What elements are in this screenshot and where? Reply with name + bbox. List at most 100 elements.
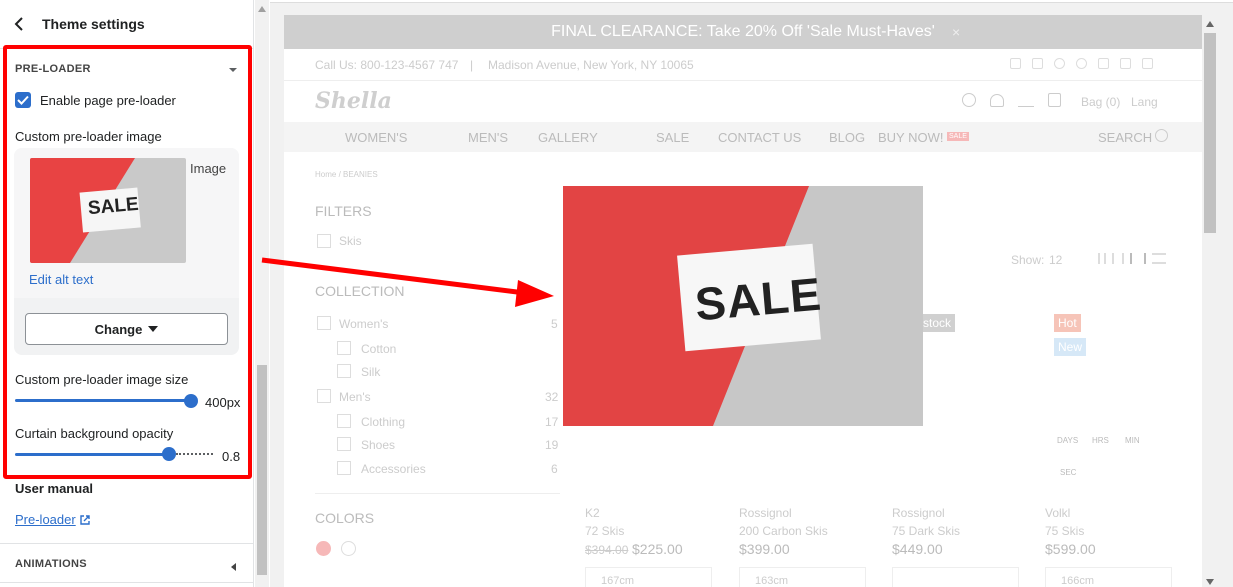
product-price: $599.00 (1045, 541, 1096, 557)
show-label: Show: (1011, 253, 1045, 267)
announcement-text: FINAL CLEARANCE: Take 20% Off 'Sale Must… (551, 23, 935, 40)
main-navigation: WOMEN'S MEN'S GALLERY SALE CONTACT US BL… (284, 122, 1202, 152)
countdown-days: DAYS (1057, 436, 1079, 445)
language-selector[interactable]: Lang (1131, 95, 1158, 109)
show-value[interactable]: 12 (1049, 253, 1062, 267)
store-preview: FINAL CLEARANCE: Take 20% Off 'Sale Must… (284, 15, 1202, 587)
filter-checkbox[interactable] (337, 414, 351, 428)
color-swatch-pink[interactable] (316, 541, 331, 556)
filter-checkbox[interactable] (317, 316, 331, 330)
countdown-seconds: SEC (1060, 468, 1077, 477)
back-arrow-icon[interactable] (14, 17, 32, 31)
preview-top-edge (270, 0, 1233, 3)
store-logo[interactable]: Shella (315, 88, 392, 114)
announcement-bar: FINAL CLEARANCE: Take 20% Off 'Sale Must… (284, 15, 1202, 49)
product-name[interactable]: 75 Skis (1045, 524, 1084, 538)
divider (284, 80, 1202, 81)
color-swatch-white[interactable] (341, 541, 356, 556)
product-size-select[interactable] (892, 567, 1019, 587)
nav-contact[interactable]: CONTACT US (718, 130, 801, 145)
sidebar-header: Theme settings (0, 0, 254, 48)
compare-scale-icon[interactable] (1018, 94, 1034, 107)
youtube-icon[interactable] (1098, 58, 1109, 69)
collection-mens[interactable]: Men's (339, 390, 371, 404)
filter-skis[interactable]: Skis (339, 234, 362, 248)
nav-gallery[interactable]: GALLERY (538, 130, 598, 145)
filter-checkbox[interactable] (317, 234, 331, 248)
grid-3-icon[interactable] (1112, 253, 1124, 264)
collection-heading: COLLECTION (315, 283, 405, 299)
address-text: Madison Avenue, New York, NY 10065 (488, 58, 694, 72)
nav-womens[interactable]: WOMEN'S (345, 130, 407, 145)
collection-shoes[interactable]: Shoes (361, 438, 395, 452)
separator: | (470, 58, 474, 72)
announcement-close-icon[interactable]: × (952, 24, 960, 40)
product-name[interactable]: 72 Skis (585, 524, 624, 538)
filter-checkbox[interactable] (337, 437, 351, 451)
highlight-box (3, 45, 252, 479)
product-brand: K2 (585, 506, 600, 520)
preview-scrollbar-thumb[interactable] (1204, 33, 1216, 233)
list-view-icon[interactable] (1152, 253, 1166, 264)
product-price: $399.00 (739, 541, 790, 557)
skype-icon[interactable] (1142, 58, 1153, 69)
new-badge: New (1054, 338, 1087, 356)
hot-badge: Hot (1054, 314, 1081, 332)
filter-checkbox[interactable] (337, 364, 351, 378)
search-link[interactable]: SEARCH (1098, 130, 1152, 145)
facebook-icon[interactable] (1010, 58, 1021, 69)
product-name[interactable]: 200 Carbon Skis (739, 524, 828, 538)
product-size-select[interactable]: 167cm (585, 567, 712, 587)
product-size-select[interactable]: 166cm (1045, 567, 1172, 587)
product-price: $225.00 (632, 541, 683, 557)
collection-womens[interactable]: Women's (339, 317, 388, 331)
collection-count: 19 (545, 438, 559, 452)
collection-silk[interactable]: Silk (361, 365, 380, 379)
expand-caret-icon[interactable] (229, 559, 237, 577)
sidebar-scrollbar-thumb[interactable] (257, 365, 267, 575)
grid-2-icon[interactable] (1098, 253, 1106, 264)
product-name[interactable]: 75 Dark Skis (892, 524, 960, 538)
bag-icon[interactable] (1048, 93, 1061, 107)
product-size-select[interactable]: 163cm (739, 567, 866, 587)
filter-checkbox[interactable] (317, 389, 331, 403)
stock-badge: stock (919, 314, 956, 332)
countdown-hours: HRS (1092, 436, 1109, 445)
header-icons (962, 93, 1061, 107)
twitter-icon[interactable] (1032, 58, 1043, 69)
collection-cotton[interactable]: Cotton (361, 342, 396, 356)
pinterest-icon[interactable] (1076, 58, 1087, 69)
overlay-sale-text: SALE (692, 267, 824, 331)
colors-heading: COLORS (315, 510, 375, 526)
nav-sale-badge: SALE (947, 132, 969, 141)
product-brand: Rossignol (739, 506, 792, 520)
wishlist-heart-icon[interactable] (990, 93, 1004, 107)
nav-sale[interactable]: SALE (656, 130, 689, 145)
bag-count[interactable]: Bag (0) (1081, 95, 1120, 109)
phone-text: Call Us: 800-123-4567 747 (315, 58, 459, 72)
nav-buy-now[interactable]: BUY NOW! (878, 130, 944, 145)
instagram-icon[interactable] (1054, 58, 1065, 69)
divider (315, 493, 560, 494)
breadcrumb: Home / BEANIES (315, 170, 378, 179)
product-price: $449.00 (892, 541, 943, 557)
nav-mens[interactable]: MEN'S (468, 130, 508, 145)
collection-count: 17 (545, 415, 559, 429)
grid-view-icons (1098, 253, 1166, 264)
collection-accessories[interactable]: Accessories (361, 462, 426, 476)
collection-clothing[interactable]: Clothing (361, 415, 405, 429)
nav-blog[interactable]: BLOG (829, 130, 865, 145)
product-brand: Volkl (1045, 506, 1071, 520)
external-link-icon (80, 514, 90, 525)
pre-loader-manual-link[interactable]: Pre-loader (15, 512, 90, 527)
filter-checkbox[interactable] (337, 461, 351, 475)
preloader-overlay-image: SALE (563, 186, 923, 426)
filter-checkbox[interactable] (337, 341, 351, 355)
grid-4-icon[interactable] (1130, 253, 1146, 264)
account-icon[interactable] (962, 93, 976, 107)
filters-heading: FILTERS (315, 203, 372, 219)
search-icon[interactable] (1155, 129, 1168, 142)
behance-icon[interactable] (1120, 58, 1131, 69)
section-title-animations[interactable]: ANIMATIONS (15, 558, 87, 570)
divider (0, 543, 254, 544)
